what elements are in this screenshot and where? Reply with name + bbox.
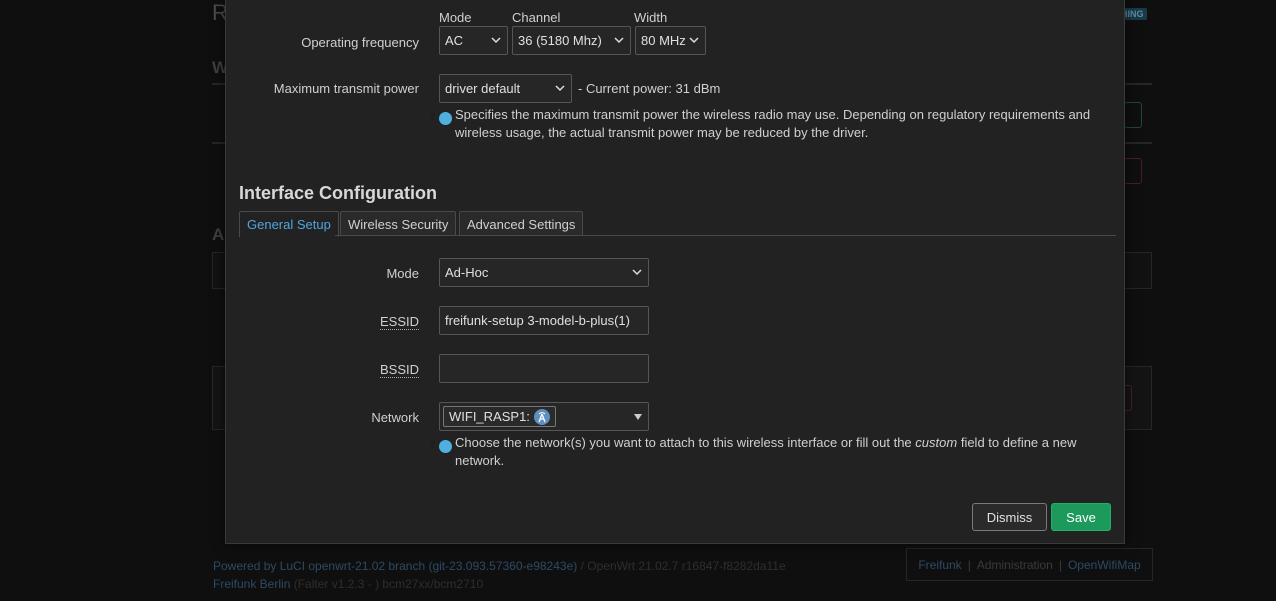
tx-power-label: Maximum transmit power — [273, 81, 419, 96]
chevron-down-icon — [491, 37, 501, 44]
help-icon: ? — [430, 111, 452, 125]
network-help-custom: custom — [915, 435, 958, 450]
active-tab-gap — [240, 235, 335, 236]
bg-edit-button — [1124, 102, 1142, 128]
network-label: Network — [371, 410, 419, 425]
interface-config-title: Interface Configuration — [239, 183, 438, 203]
tab-wireless-security[interactable]: Wireless Security — [340, 211, 457, 236]
width-select[interactable]: 80 MHz — [635, 26, 706, 55]
chevron-down-icon — [555, 85, 565, 92]
bg-footer-openwrt: / OpenWrt 21.02.7 r16847-f8282da11e — [580, 559, 786, 573]
bg-footer: Powered by LuCI openwrt-21.02 branch (gi… — [213, 557, 786, 593]
bssid-label-text: BSSID — [379, 362, 419, 378]
channel-value: 36 (5180 Mhz) — [518, 33, 602, 48]
interface-mode-label: Mode — [386, 266, 419, 281]
caret-down-icon — [634, 414, 642, 420]
tx-power-value: driver default — [445, 81, 521, 96]
operating-frequency-label: Operating frequency — [301, 35, 419, 50]
bssid-label: BSSID — [219, 362, 419, 378]
tab-advanced-settings[interactable]: Advanced Settings — [459, 211, 584, 236]
bg-link-freifunk: Freifunk — [918, 557, 962, 572]
bg-footer-build: (Falter v1.2.3 - ) bcm27xx/bcm2710 — [293, 577, 484, 591]
essid-label-text: ESSID — [379, 314, 419, 330]
essid-label: ESSID — [219, 314, 419, 330]
tab-divider — [239, 235, 1116, 236]
tab-general-setup[interactable]: General Setup — [239, 211, 339, 237]
chevron-down-icon — [614, 37, 624, 44]
bssid-input[interactable] — [439, 354, 649, 383]
tx-power-help-text: Specifies the maximum transmit power the… — [455, 107, 1091, 140]
network-chip-label: WIFI_RASP1: — [449, 409, 530, 424]
bg-link-sep-1: | — [967, 557, 971, 572]
dismiss-button[interactable]: Dismiss — [972, 503, 1047, 531]
chevron-down-icon — [689, 37, 699, 44]
tx-power-help: ? Specifies the maximum transmit power th… — [430, 107, 1104, 141]
frequency-mode-value: AC — [445, 33, 464, 48]
interface-mode-select[interactable]: Ad-Hoc — [439, 258, 649, 287]
bg-footer-freifunk: Freifunk Berlin — [213, 577, 291, 591]
bg-link-sep-2: | — [1058, 557, 1062, 572]
network-chip[interactable]: WIFI_RASP1: — [443, 406, 556, 427]
channel-sublabel: Channel — [512, 10, 561, 25]
chevron-down-icon — [632, 269, 642, 276]
bg-link-administration: Administration — [976, 557, 1053, 572]
bg-footer-powered: Powered by LuCI openwrt-21.02 branch (gi… — [213, 559, 578, 573]
tx-power-select[interactable]: driver default — [439, 74, 572, 103]
essid-value: freifunk-setup 3-model-b-plus(1) — [445, 313, 630, 328]
essid-input[interactable]: freifunk-setup 3-model-b-plus(1) — [439, 306, 649, 335]
save-button[interactable]: Save — [1051, 503, 1111, 531]
bg-footer-links: Freifunk | Administration | OpenWifiMap — [906, 548, 1153, 581]
network-help-pre: Choose the network(s) you want to attach… — [455, 435, 912, 450]
current-power-text: - Current power: 31 dBm — [578, 81, 721, 96]
mode-sublabel: Mode — [439, 10, 472, 25]
channel-select[interactable]: 36 (5180 Mhz) — [512, 26, 631, 55]
width-sublabel: Width — [634, 10, 668, 25]
wireless-config-modal: Mode Channel Width Operating frequency A… — [225, 0, 1125, 544]
width-value: 80 MHz — [641, 33, 686, 48]
network-help: ? Choose the network(s) you want to attac… — [430, 435, 1104, 469]
bg-remove-button — [1124, 158, 1142, 184]
wireless-network-icon — [533, 408, 550, 425]
bg-section-letter-2: A — [212, 225, 225, 244]
interface-mode-value: Ad-Hoc — [445, 265, 489, 280]
bg-link-openwifimap: OpenWifiMap — [1067, 557, 1141, 572]
help-icon: ? — [430, 439, 452, 453]
network-dropdown[interactable]: WIFI_RASP1: — [439, 402, 649, 431]
frequency-mode-select[interactable]: AC — [439, 26, 508, 55]
